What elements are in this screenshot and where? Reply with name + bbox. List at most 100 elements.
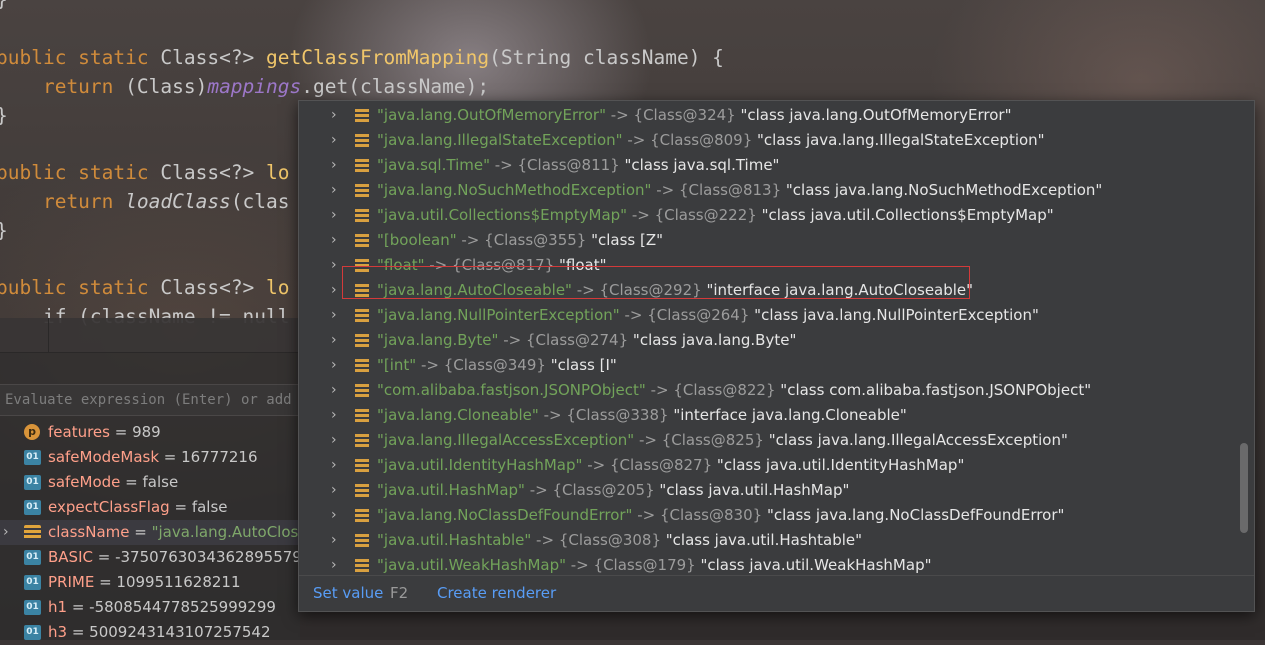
expand-chevron-icon[interactable]: › [3,520,9,545]
variable-row[interactable]: 01 h1 = -5808544778525999299 [0,595,300,620]
code-token: lo [266,276,290,299]
evaluate-expression-input[interactable] [0,385,297,415]
variable-row[interactable]: 01 h3 = 5009243143107257542 [0,620,300,645]
expand-chevron-icon[interactable]: › [331,103,337,128]
expand-chevron-icon[interactable]: › [331,328,337,353]
map-entry-row[interactable]: › "java.sql.Time" -> {Class@811} "class j… [299,153,1239,178]
entry-reference: {Class@811} [517,156,620,174]
variable-row[interactable]: 01 BASIC = -3750763034362895579 [0,545,300,570]
variable-name: safeMode = false [48,470,178,495]
map-entry-row[interactable]: › "java.util.HashMap" -> {Class@205} "cla… [299,478,1239,503]
entry-key: "java.lang.Cloneable" [377,406,539,424]
set-value-shortcut: F2 [390,584,409,602]
expand-chevron-icon[interactable]: › [331,128,337,153]
map-entry-row[interactable]: › "[int" -> {Class@349} "class [I" [299,353,1239,378]
code-token: Class<?> [160,276,267,299]
evaluate-expression-bar[interactable] [0,384,300,416]
variable-row[interactable]: 01 safeMode = false [0,470,300,495]
variable-name: expectClassFlag = false [48,495,228,520]
popup-scrollbar[interactable] [1240,443,1248,533]
code-line: return loadClass(clas [0,189,290,215]
variable-value: 5009243143107257542 [89,623,271,641]
expand-chevron-icon[interactable]: › [331,528,337,553]
entry-value: "class com.alibaba.fastjson.JSONPObject" [775,381,1092,399]
entry-value: "class java.util.IdentityHashMap" [712,456,965,474]
expand-chevron-icon[interactable]: › [331,178,337,203]
entry-arrow: -> [571,281,600,299]
code-token: public static [0,276,161,299]
expand-chevron-icon[interactable]: › [331,403,337,428]
expand-chevron-icon[interactable]: › [331,228,337,253]
entry-key: "java.util.Hashtable" [377,531,532,549]
variable-value: false [191,498,228,516]
map-entry-text: "java.lang.Byte" -> {Class@274} "class j… [377,328,796,353]
expand-chevron-icon[interactable]: › [331,253,337,278]
entry-reference: {Class@809} [650,131,753,149]
variable-name: safeModeMask = 16777216 [48,445,258,470]
code-token: public static [0,46,161,69]
map-entry-row[interactable]: › "java.util.Hashtable" -> {Class@308} "c… [299,528,1239,553]
variable-name: h3 = 5009243143107257542 [48,620,271,645]
entry-key: "java.lang.IllegalAccessException" [377,431,635,449]
expand-chevron-icon[interactable]: › [331,203,337,228]
map-entry-row[interactable]: › "java.util.IdentityHashMap" -> {Class@8… [299,453,1239,478]
map-entry-text: "[boolean" -> {Class@355} "class [Z" [377,228,663,253]
expand-chevron-icon[interactable]: › [331,503,337,528]
map-entry-row[interactable]: › "java.lang.IllegalStateException" -> {C… [299,128,1239,153]
expand-chevron-icon[interactable]: › [331,353,337,378]
create-renderer-link[interactable]: Create renderer [437,576,556,610]
map-entry-icon [355,284,369,297]
entry-key: "java.lang.NoSuchMethodException" [377,181,652,199]
expand-chevron-icon[interactable]: › [331,378,337,403]
map-entry-row[interactable]: › "java.lang.NoClassDefFoundError" -> {Cl… [299,503,1239,528]
variable-row[interactable]: 01 PRIME = 1099511628211 [0,570,300,595]
variable-separator: = [67,598,90,616]
variable-separator: = [94,573,117,591]
map-entry-row[interactable]: › "java.lang.Byte" -> {Class@274} "class … [299,328,1239,353]
entry-value: "float" [554,256,607,274]
map-entry-row[interactable]: › "com.alibaba.fastjson.JSONPObject" -> {… [299,378,1239,403]
code-line: public static Class<?> getClassFromMappi… [0,45,724,71]
map-entry-icon [355,134,369,147]
expand-chevron-icon[interactable]: › [331,303,337,328]
expand-chevron-icon[interactable]: › [331,278,337,303]
map-entry-row[interactable]: › "java.lang.AutoCloseable" -> {Class@292… [299,278,1239,303]
map-entry-icon [355,409,369,422]
expand-chevron-icon[interactable]: › [331,428,337,453]
set-value-link[interactable]: Set value [313,576,383,610]
map-entry-row[interactable]: › "java.lang.OutOfMemoryError" -> {Class@… [299,103,1239,128]
expand-chevron-icon[interactable]: › [331,453,337,478]
variable-separator: = [129,523,152,541]
entry-arrow: -> [531,531,559,549]
entry-reference: {Class@825} [661,431,764,449]
map-entry-row[interactable]: › "java.lang.IllegalAccessException" -> {… [299,428,1239,453]
entry-arrow: -> [606,106,634,124]
map-entry-row[interactable]: › "java.lang.NullPointerException" -> {Cl… [299,303,1239,328]
variable-row[interactable]: › className = "java.lang.AutoClosea [0,520,300,545]
entry-value: "class java.lang.OutOfMemoryError" [735,106,1012,124]
code-token: } [0,219,8,242]
variable-row[interactable]: 01 expectClassFlag = false [0,495,300,520]
map-entry-row[interactable]: › "java.util.Collections$EmptyMap" -> {Cl… [299,203,1239,228]
variable-name: className = "java.lang.AutoClosea [48,520,300,545]
variable-row[interactable]: p features = 989 [0,420,300,445]
map-entry-row[interactable]: › "float" -> {Class@817} "float" [299,253,1239,278]
entry-reference: {Class@338} [566,406,669,424]
code-line: public static Class<?> lo [0,160,290,186]
map-entry-icon [355,334,369,347]
entry-arrow: -> [566,556,594,574]
entry-key: "java.lang.AutoCloseable" [377,281,572,299]
variable-row[interactable]: 01 safeModeMask = 16777216 [0,445,300,470]
expand-chevron-icon[interactable]: › [331,153,337,178]
map-entry-row[interactable]: › "[boolean" -> {Class@355} "class [Z" [299,228,1239,253]
expand-chevron-icon[interactable]: › [331,478,337,503]
variable-value: -3750763034362895579 [115,548,300,566]
entry-reference: {Class@355} [484,231,587,249]
map-entry-row[interactable]: › "java.lang.Cloneable" -> {Class@338} "i… [299,403,1239,428]
map-entry-text: "java.lang.IllegalStateException" -> {Cl… [377,128,1045,153]
entry-key: "java.sql.Time" [377,156,490,174]
code-token: Class<?> [160,161,267,184]
map-entry-icon [355,209,369,222]
entry-arrow: -> [619,306,648,324]
map-entry-row[interactable]: › "java.lang.NoSuchMethodException" -> {C… [299,178,1239,203]
